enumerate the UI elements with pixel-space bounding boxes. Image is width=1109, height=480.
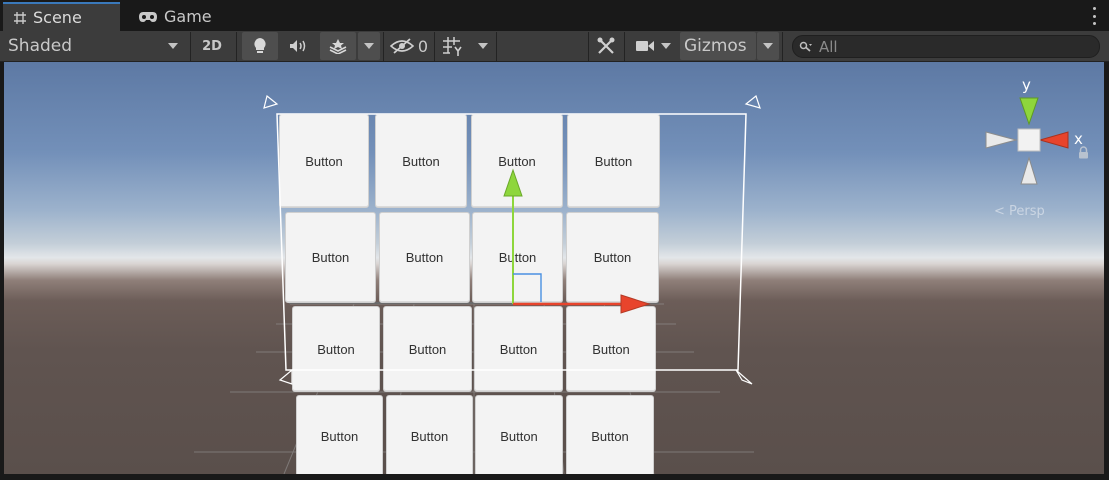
tools-wrench-icon xyxy=(597,37,615,54)
chevron-down-icon xyxy=(661,43,671,49)
chevron-down-icon xyxy=(478,43,488,49)
effects-layers-icon xyxy=(329,39,347,54)
scene-viewport[interactable]: Button Button Button Button Button Butto… xyxy=(4,62,1104,474)
projection-toggle[interactable]: < Persp xyxy=(994,204,1045,219)
search-input[interactable] xyxy=(819,37,1079,56)
hidden-objects-count: 0 xyxy=(417,36,429,56)
lock-icon[interactable] xyxy=(1078,146,1089,159)
grid-settings-dropdown[interactable] xyxy=(472,32,494,60)
light-bulb-icon xyxy=(254,38,266,53)
window-tab-bar: Scene Game xyxy=(0,0,1109,31)
scene-tools-button[interactable] xyxy=(592,32,620,60)
gizmo-x-cone xyxy=(1038,131,1069,149)
scene-search-field[interactable] xyxy=(792,35,1100,58)
gizmos-label: Gizmos xyxy=(684,36,747,56)
toolbar-divider xyxy=(624,32,625,61)
scene-effects-button[interactable] xyxy=(320,32,356,60)
projection-label: Persp xyxy=(1009,204,1045,219)
chevron-down-icon xyxy=(168,43,178,49)
tab-scene[interactable]: Scene xyxy=(3,2,120,31)
chevron-down-icon xyxy=(364,43,374,49)
gizmo-center-cube xyxy=(1017,128,1041,152)
scene-lighting-button[interactable] xyxy=(242,32,278,60)
tab-game[interactable]: Game xyxy=(128,2,226,31)
scene-effects-dropdown[interactable] xyxy=(358,32,380,60)
tab-scene-label: Scene xyxy=(33,8,82,27)
gizmos-dropdown[interactable] xyxy=(757,32,779,60)
toolbar-divider xyxy=(190,32,191,61)
speaker-icon xyxy=(290,40,306,52)
window-bottom-frame xyxy=(0,474,1109,480)
gizmo-y-label: y xyxy=(1022,76,1031,94)
toggle-2d-button[interactable]: 2D xyxy=(194,32,230,60)
grid-visibility-button[interactable] xyxy=(438,32,468,60)
toolbar-divider xyxy=(383,32,384,61)
gizmo-y-cone xyxy=(1019,97,1039,126)
grid-axis-icon xyxy=(443,37,462,56)
camera-settings-dropdown[interactable] xyxy=(630,32,676,60)
toolbar-divider xyxy=(236,32,237,61)
chevron-down-icon xyxy=(763,43,773,49)
shading-mode-dropdown[interactable]: Shaded xyxy=(4,32,184,60)
scene-toolbar: Shaded 2D 0 Gizmos All xyxy=(0,31,1109,62)
shading-mode-value: Shaded xyxy=(8,36,73,56)
gamepad-icon xyxy=(139,11,157,22)
scene-visibility-button[interactable]: 0 xyxy=(386,32,432,60)
more-options-icon[interactable] xyxy=(1091,7,1097,25)
gizmo-neg-x-cone xyxy=(985,131,1018,149)
gizmo-neg-y-cone xyxy=(1020,156,1038,185)
toolbar-divider xyxy=(434,32,435,61)
toolbar-divider xyxy=(588,32,589,61)
search-icon xyxy=(799,41,812,52)
chevron-left-icon: < xyxy=(994,204,1005,219)
gizmos-button[interactable]: Gizmos xyxy=(680,32,756,60)
hidden-eye-icon xyxy=(389,38,414,54)
toolbar-divider xyxy=(496,32,497,61)
video-camera-icon xyxy=(636,41,654,51)
orientation-gizmo[interactable]: y x xyxy=(4,62,1104,474)
scene-audio-button[interactable] xyxy=(282,32,316,60)
grid-hash-icon xyxy=(14,11,26,24)
toolbar-divider xyxy=(782,32,783,61)
tab-game-label: Game xyxy=(164,7,212,26)
